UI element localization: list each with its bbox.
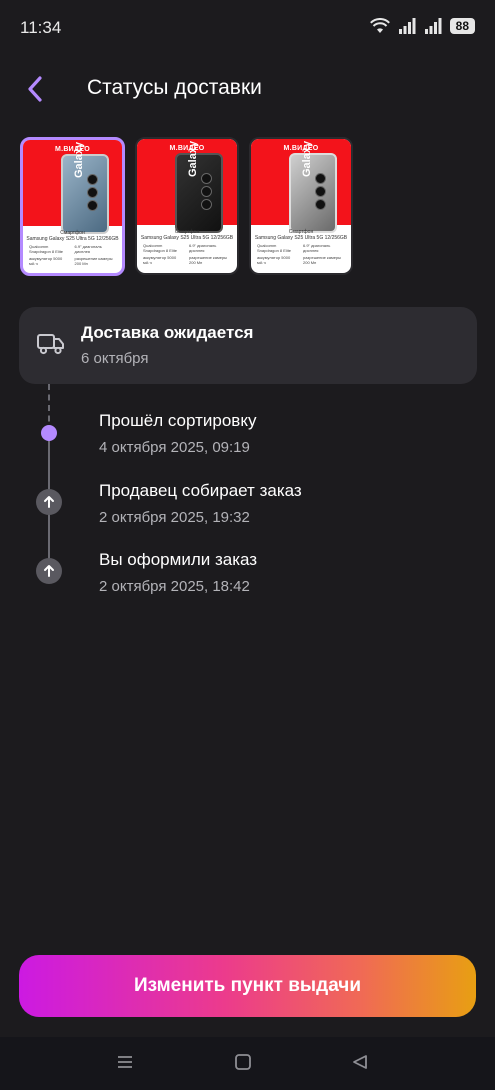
status-time: 11:34 <box>20 18 62 37</box>
header: Статусы доставки <box>0 70 495 110</box>
back-button[interactable] <box>22 74 48 104</box>
product-model: Galaxy S25 Ultra <box>73 140 85 178</box>
phone-image <box>289 153 337 233</box>
event-title: Прошёл сортировку <box>99 411 257 430</box>
chevron-left-icon <box>28 76 42 102</box>
status-timeline: Прошёл сортировку 4 октября 2025, 09:19 … <box>0 384 495 604</box>
event-title: Продавец собирает заказ <box>99 481 302 500</box>
product-caption: Смартфон Samsung Galaxy S25 Ultra 5G 12/2… <box>140 229 234 241</box>
event-time: 2 октября 2025, 18:42 <box>99 578 250 595</box>
wifi-icon <box>369 18 390 33</box>
back-triangle-icon[interactable] <box>351 1053 369 1071</box>
product-caption: Смартфон Samsung Galaxy S25 Ultra 5G 12/2… <box>26 230 119 242</box>
product-model: Galaxy S25 Ultra <box>187 139 199 177</box>
product-thumbnails: М.ВИДЕО Galaxy S25 Ultra СмартфонSamsung… <box>20 137 353 276</box>
arrow-up-icon <box>36 489 62 515</box>
delivery-title: Доставка ожидается <box>81 323 254 342</box>
delivery-date: 6 октября <box>81 350 149 367</box>
product-specs: Qualcomm Snapdragon 8 Elite 6.9" диагонал… <box>257 243 342 265</box>
status-bar: 11:34 88 <box>0 0 495 56</box>
home-icon[interactable] <box>234 1053 252 1071</box>
product-thumbnail[interactable]: М.ВИДЕО Galaxy S25 Ultra СмартфонSamsung… <box>20 137 125 276</box>
product-thumbnail[interactable]: М.ВИДЕО Galaxy S25 Ultra СмартфонSamsung… <box>249 137 353 275</box>
product-specs: Qualcomm Snapdragon 8 Elite 6.9" диагонал… <box>29 244 113 266</box>
product-specs: Qualcomm Snapdragon 8 Elite 6.9" диагонал… <box>143 243 228 265</box>
delivery-status-card: Доставка ожидается 6 октября <box>19 307 477 384</box>
truck-icon <box>37 334 64 355</box>
current-status-dot <box>41 425 57 441</box>
event-title: Вы оформили заказ <box>99 550 258 569</box>
status-icons: 88 <box>369 18 475 34</box>
page-title: Статусы доставки <box>87 76 262 99</box>
system-nav-bar <box>0 1037 495 1090</box>
event-time: 4 октября 2025, 09:19 <box>99 439 250 456</box>
change-pickup-point-button[interactable]: Изменить пункт выдачи <box>19 955 476 1017</box>
product-model: Galaxy S25 Ultra <box>301 139 313 177</box>
event-time: 2 октября 2025, 19:32 <box>99 509 250 526</box>
product-caption: Смартфон Samsung Galaxy S25 Ultra 5G 12/2… <box>254 229 348 241</box>
phone-image <box>175 153 223 233</box>
signal-icon <box>424 18 442 34</box>
phone-image <box>61 154 109 234</box>
battery-indicator: 88 <box>449 18 475 34</box>
arrow-up-icon <box>36 558 62 584</box>
menu-icon[interactable] <box>116 1053 134 1071</box>
product-thumbnail[interactable]: М.ВИДЕО Galaxy S25 Ultra СмартфонSamsung… <box>135 137 239 275</box>
signal-icon <box>398 18 416 34</box>
